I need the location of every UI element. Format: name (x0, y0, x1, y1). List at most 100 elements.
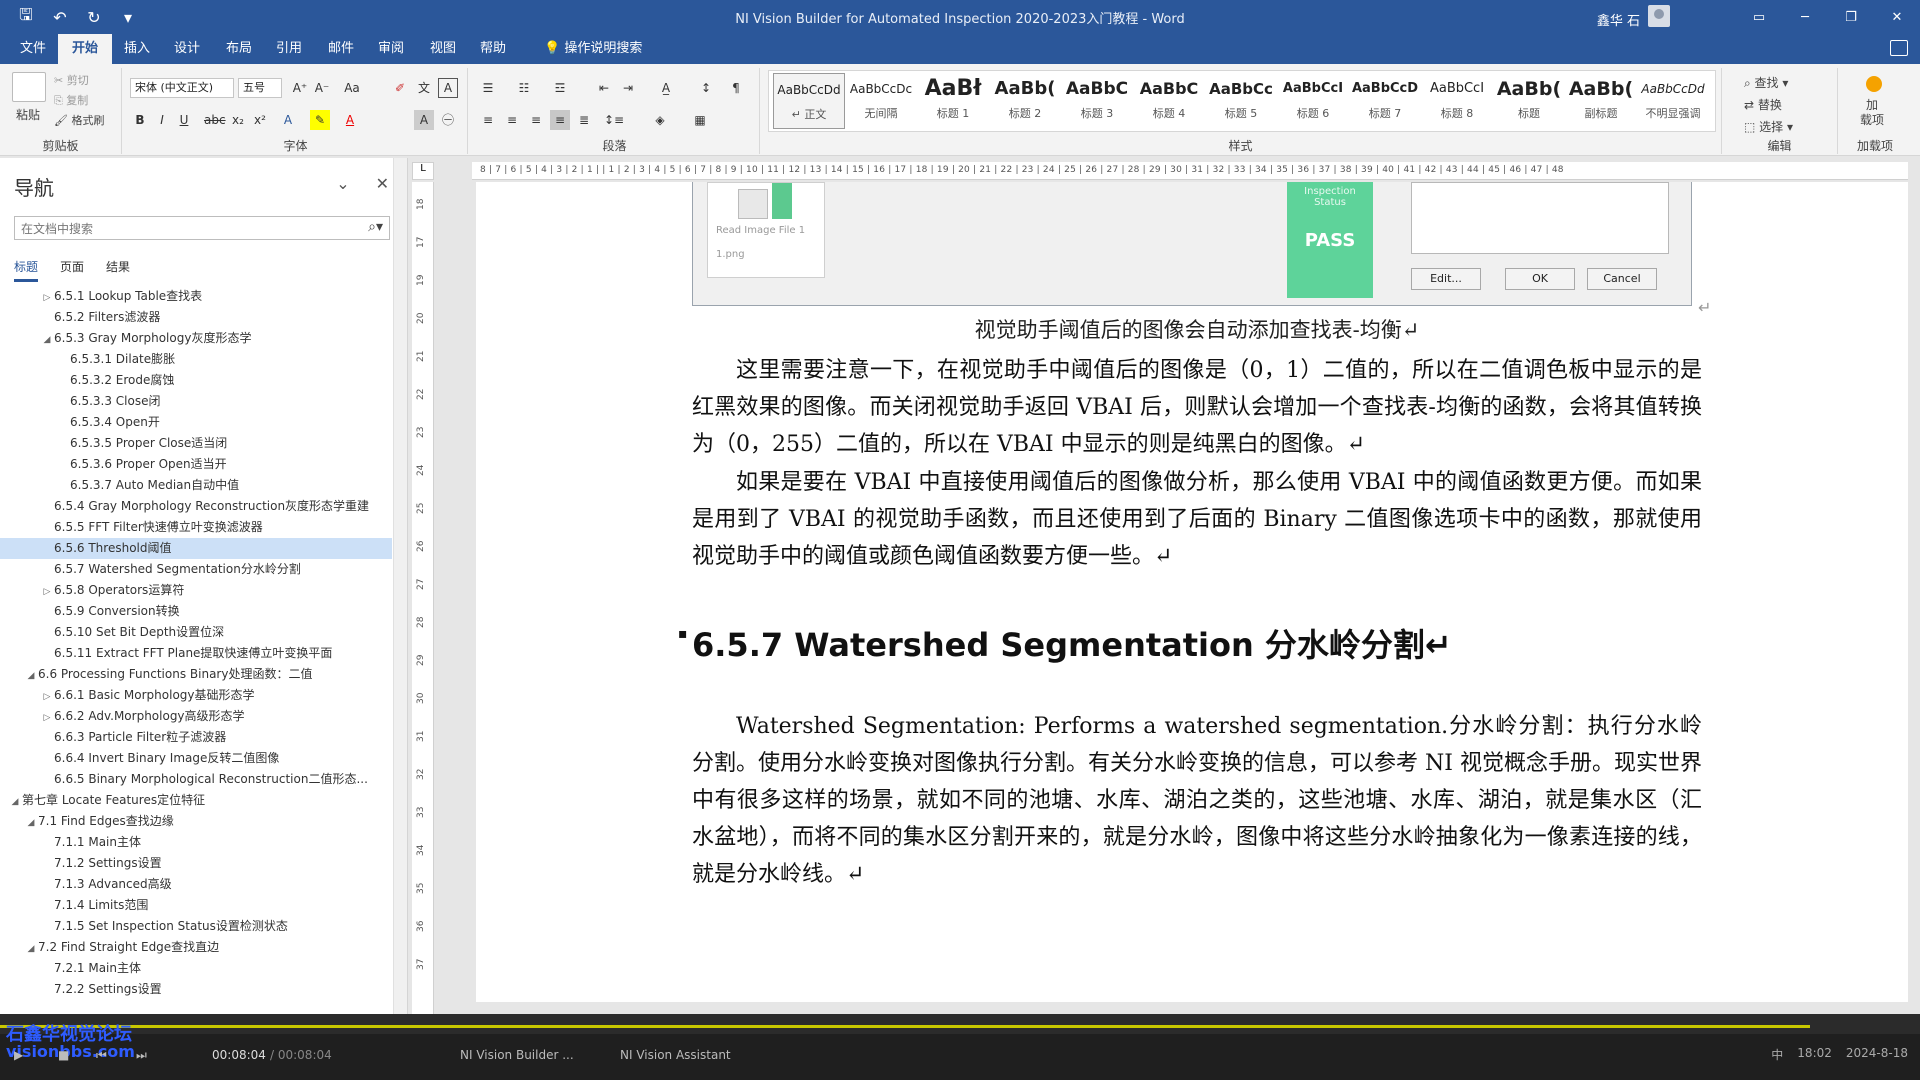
nav-heading-item[interactable]: 6.5.6 Threshold阈值 (0, 538, 392, 559)
expand-toggle-icon[interactable]: ◢ (24, 939, 38, 958)
comments-icon[interactable] (1890, 40, 1908, 56)
nav-heading-item[interactable]: 6.5.7 Watershed Segmentation分水岭分割 (0, 559, 392, 580)
taskbar-app-vbai[interactable]: NI Vision Builder ... (460, 1048, 574, 1062)
distributed-icon[interactable]: ≣ (574, 110, 594, 130)
expand-toggle-icon[interactable]: ◢ (24, 813, 38, 832)
ime-indicator[interactable]: 中 (1771, 1046, 1783, 1063)
nav-heading-item[interactable]: ▷ 6.6.2 Adv.Morphology高级形态学 (0, 706, 392, 727)
bullets-icon[interactable]: ☰ (478, 78, 498, 98)
replace-button[interactable]: ⇄ 替换 (1744, 96, 1782, 113)
save-icon[interactable]: 🖫 (14, 5, 38, 29)
tab-references[interactable]: 引用 (262, 34, 316, 64)
nav-heading-item[interactable]: ◢ 第七章 Locate Features定位特征 (0, 790, 392, 811)
show-marks-icon[interactable]: ¶ (726, 78, 746, 98)
document-canvas[interactable]: Read Image File 1 1.png Inspection Statu… (436, 182, 1908, 1014)
play-icon[interactable]: ▶ (14, 1048, 23, 1062)
chinese-layout-icon[interactable]: A̲ (656, 78, 676, 98)
italic-icon[interactable]: I (152, 110, 172, 130)
multilevel-list-icon[interactable]: ☲ (550, 78, 570, 98)
expand-toggle-icon[interactable]: ◢ (40, 330, 54, 349)
nav-heading-item[interactable]: ▷ 6.5.1 Lookup Table查找表 (0, 286, 392, 307)
strikethrough-icon[interactable]: abc (204, 110, 226, 130)
nav-search-input[interactable]: 在文档中搜索 ⌕▾ (14, 216, 390, 240)
char-shading-icon[interactable]: A (414, 110, 434, 130)
format-painter-button[interactable]: 🖌 格式刷 (54, 112, 104, 128)
close-icon[interactable]: ✕ (376, 174, 389, 193)
clear-format-icon[interactable]: ✐ (390, 78, 410, 98)
minimize-button[interactable]: ─ (1782, 0, 1828, 34)
tell-me-search[interactable]: 💡 操作说明搜索 (530, 34, 656, 64)
playback-progress[interactable] (0, 1025, 1810, 1028)
nav-heading-item[interactable]: 6.5.3.7 Auto Median自动中值 (0, 475, 392, 496)
superscript-icon[interactable]: x² (250, 110, 270, 130)
tab-design[interactable]: 设计 (160, 34, 214, 64)
nav-tab-headings[interactable]: 标题 (14, 258, 39, 282)
ribbon-display-button[interactable]: ▭ (1736, 0, 1782, 34)
line-spacing-icon[interactable]: ↕≡ (604, 110, 624, 130)
undo-icon[interactable]: ↶ (48, 5, 72, 29)
align-right-icon[interactable]: ≡ (526, 110, 546, 130)
phonetic-icon[interactable]: 文 (414, 78, 434, 98)
nav-heading-item[interactable]: 6.5.10 Set Bit Depth设置位深 (0, 622, 392, 643)
document-page[interactable]: Read Image File 1 1.png Inspection Statu… (476, 182, 1908, 1002)
nav-heading-item[interactable]: ◢ 7.1 Find Edges查找边缘 (0, 811, 392, 832)
text-effects-icon[interactable]: A (278, 110, 298, 130)
nav-heading-item[interactable]: 6.5.11 Extract FFT Plane提取快速傅立叶变换平面 (0, 643, 392, 664)
font-color-icon[interactable]: A (340, 110, 360, 130)
nav-tab-pages[interactable]: 页面 (60, 258, 84, 282)
nav-heading-item[interactable]: 6.5.3.1 Dilate膨胀 (0, 349, 392, 370)
nav-heading-item[interactable]: ▷ 6.5.8 Operators运算符 (0, 580, 392, 601)
account[interactable]: 鑫华 石 (1597, 5, 1670, 30)
highlight-icon[interactable]: ✎ (310, 110, 330, 130)
nav-heading-item[interactable]: 7.1.3 Advanced高级 (0, 874, 392, 895)
nav-heading-item[interactable]: 7.1.4 Limits范围 (0, 895, 392, 916)
addins-icon[interactable] (1866, 76, 1882, 92)
sort-icon[interactable]: ↕ (696, 78, 716, 98)
customize-qat-icon[interactable]: ▾ (116, 5, 140, 29)
nav-heading-item[interactable]: 7.1.5 Set Inspection Status设置检测状态 (0, 916, 392, 937)
numbering-icon[interactable]: ☷ (514, 78, 534, 98)
horizontal-ruler[interactable]: 8 | 7 | 6 | 5 | 4 | 3 | 2 | 1 | | 1 | 2 … (472, 162, 1908, 180)
char-border-icon[interactable]: A (438, 78, 458, 98)
align-center-icon[interactable]: ≡ (502, 110, 522, 130)
close-button[interactable]: ✕ (1874, 0, 1920, 34)
expand-toggle-icon[interactable]: ▷ (40, 582, 54, 601)
nav-heading-item[interactable]: 7.2.1 Main主体 (0, 958, 392, 979)
prev-icon[interactable]: ⏮ (96, 1048, 107, 1063)
tab-mailings[interactable]: 邮件 (314, 34, 368, 64)
change-case-icon[interactable]: Aa (342, 78, 362, 98)
nav-tab-results[interactable]: 结果 (106, 258, 130, 282)
expand-toggle-icon[interactable]: ◢ (24, 666, 38, 685)
copy-button[interactable]: ⎘ 复制 (54, 92, 88, 108)
enclose-char-icon[interactable]: ㊀ (438, 110, 458, 130)
increase-indent-icon[interactable]: ⇥ (618, 78, 638, 98)
restore-button[interactable]: ❐ (1828, 0, 1874, 34)
expand-toggle-icon[interactable]: ▷ (40, 708, 54, 727)
borders-icon[interactable]: ▦ (690, 110, 710, 130)
tray-time[interactable]: 18:02 (1797, 1046, 1832, 1063)
nav-heading-item[interactable]: 6.5.5 FFT Filter快速傅立叶变换滤波器 (0, 517, 392, 538)
find-button[interactable]: ⌕ 查找 ▾ (1744, 74, 1788, 91)
expand-toggle-icon[interactable]: ▷ (40, 687, 54, 706)
tab-layout[interactable]: 布局 (212, 34, 266, 64)
tab-home[interactable]: 开始 (58, 34, 113, 64)
nav-heading-item[interactable]: 6.5.3.2 Erode腐蚀 (0, 370, 392, 391)
vertical-ruler[interactable]: 18 17 19 20 21 22 23 24 25 26 27 28 29 30 31 32 33 34 35 36… (412, 182, 434, 1014)
nav-heading-item[interactable]: 6.5.3.3 Close闭 (0, 391, 392, 412)
tray-date[interactable]: 2024-8-18 (1846, 1046, 1908, 1063)
nav-heading-item[interactable]: 7.1.1 Main主体 (0, 832, 392, 853)
search-icon[interactable]: ⌕▾ (368, 219, 383, 235)
grow-font-icon[interactable]: A⁺ (290, 78, 310, 98)
font-size-select[interactable]: 五号 (238, 78, 282, 98)
nav-heading-item[interactable]: ◢ 7.2 Find Straight Edge查找直边 (0, 937, 392, 958)
chevron-down-icon[interactable]: ⌄ (336, 174, 349, 193)
nav-heading-item[interactable]: 6.5.4 Gray Morphology Reconstruction灰度形态… (0, 496, 392, 517)
nav-heading-item[interactable]: ▷ 6.6.1 Basic Morphology基础形态学 (0, 685, 392, 706)
addins-button[interactable]: 加 载项 (1860, 98, 1884, 128)
nav-heading-item[interactable]: 7.1.2 Settings设置 (0, 853, 392, 874)
nav-heading-item[interactable]: 6.5.3.5 Proper Close适当闭 (0, 433, 392, 454)
cut-button[interactable]: ✂ 剪切 (54, 72, 89, 88)
nav-heading-item[interactable]: 6.5.3.6 Proper Open适当开 (0, 454, 392, 475)
nav-heading-item[interactable]: 6.6.4 Invert Binary Image反转二值图像 (0, 748, 392, 769)
justify-icon[interactable]: ≡ (550, 110, 570, 130)
